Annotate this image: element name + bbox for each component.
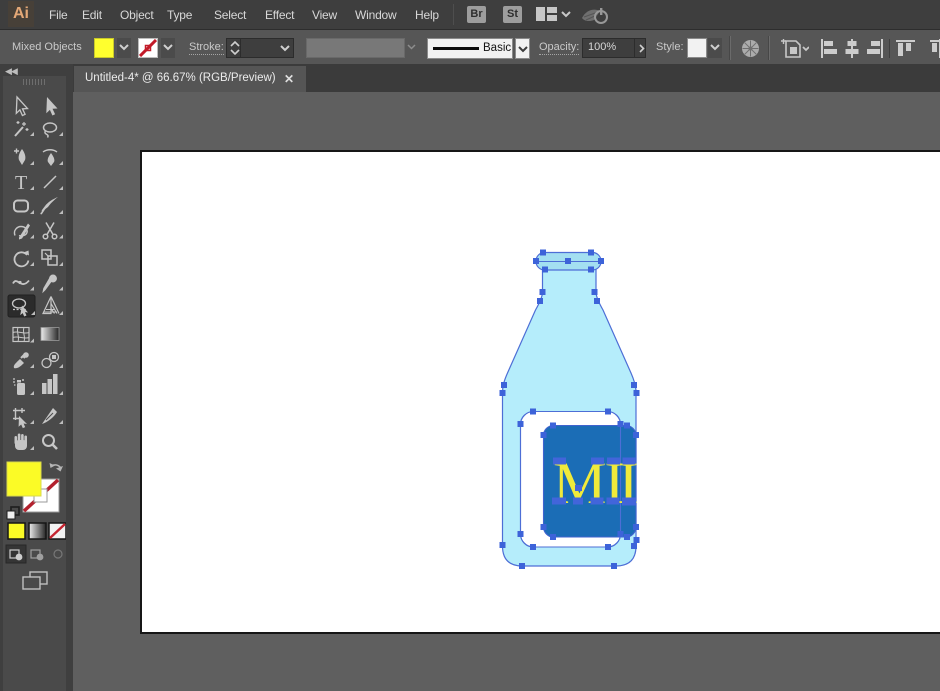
svg-text:T: T [15, 172, 27, 194]
